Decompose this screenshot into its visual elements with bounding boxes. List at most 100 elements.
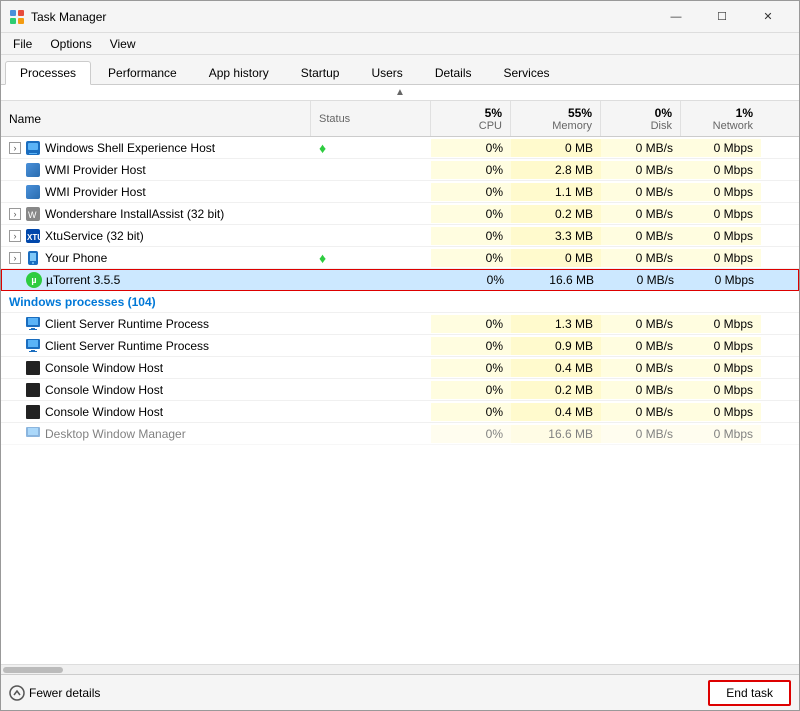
- expand-icon[interactable]: ›: [9, 142, 21, 154]
- horizontal-scrollbar[interactable]: [1, 664, 799, 674]
- cell-status: [311, 168, 431, 172]
- cell-cpu: 0%: [431, 161, 511, 179]
- table-row[interactable]: › Windows Shell Experience Host ♦ 0% 0 M…: [1, 137, 799, 159]
- cell-network: 0 Mbps: [681, 249, 761, 267]
- wonder-icon: W: [25, 206, 41, 222]
- cell-cpu: 0%: [431, 403, 511, 421]
- monitor-icon: [25, 426, 41, 442]
- cell-name: Console Window Host: [1, 380, 311, 400]
- scrollbar-thumb[interactable]: [3, 667, 63, 673]
- table-row[interactable]: Client Server Runtime Process 0% 0.9 MB …: [1, 335, 799, 357]
- cell-network: 0 Mbps: [681, 183, 761, 201]
- shell-icon: [25, 140, 41, 156]
- table-row[interactable]: Console Window Host 0% 0.4 MB 0 MB/s 0 M…: [1, 357, 799, 379]
- minimize-button[interactable]: —: [653, 7, 699, 27]
- cell-name: µ µTorrent 3.5.5: [2, 270, 312, 290]
- table-row[interactable]: › XTU XtuService (32 bit) 0% 3.3 MB 0 MB…: [1, 225, 799, 247]
- disk-pct: 0%: [609, 106, 672, 120]
- maximize-button[interactable]: ☐: [699, 7, 745, 27]
- cell-name: › Your Phone: [1, 248, 311, 268]
- col-header-cpu[interactable]: 5% CPU: [431, 101, 511, 136]
- cell-empty: [311, 300, 431, 304]
- expand-icon[interactable]: ›: [9, 208, 21, 220]
- app-icon: [9, 9, 25, 25]
- process-name: Wondershare InstallAssist (32 bit): [45, 207, 224, 221]
- col-header-status[interactable]: Status: [311, 101, 431, 136]
- status-icon: ♦: [319, 250, 326, 266]
- col-header-name[interactable]: Name: [1, 101, 311, 136]
- tab-app-history[interactable]: App history: [194, 60, 284, 84]
- tab-startup[interactable]: Startup: [286, 60, 355, 84]
- tab-processes[interactable]: Processes: [5, 61, 91, 85]
- col-header-memory[interactable]: 55% Memory: [511, 101, 601, 136]
- cell-cpu: 0%: [431, 381, 511, 399]
- name-label: Name: [9, 112, 41, 126]
- title-bar-left: Task Manager: [9, 9, 106, 25]
- cell-network: 0 Mbps: [681, 205, 761, 223]
- cell-memory: 0.2 MB: [511, 381, 601, 399]
- end-task-button[interactable]: End task: [708, 680, 791, 706]
- expand-icon[interactable]: ›: [9, 252, 21, 264]
- menu-file[interactable]: File: [5, 35, 40, 53]
- cell-status: ♦: [311, 248, 431, 268]
- process-name: Client Server Runtime Process: [45, 317, 209, 331]
- cell-disk: 0 MB/s: [601, 315, 681, 333]
- net-pct: 1%: [689, 106, 753, 120]
- col-header-network[interactable]: 1% Network: [681, 101, 761, 136]
- status-label: Status: [319, 113, 422, 125]
- cell-status: [311, 388, 431, 392]
- cell-name: › W Wondershare InstallAssist (32 bit): [1, 204, 311, 224]
- table-row[interactable]: WMI Provider Host 0% 1.1 MB 0 MB/s 0 Mbp…: [1, 181, 799, 203]
- task-manager-window: Task Manager — ☐ ✕ File Options View Pro…: [0, 0, 800, 711]
- menu-view[interactable]: View: [102, 35, 144, 53]
- title-bar: Task Manager — ☐ ✕: [1, 1, 799, 33]
- fewer-details-button[interactable]: Fewer details: [9, 685, 100, 701]
- cell-cpu: 0%: [431, 205, 511, 223]
- table-row[interactable]: Client Server Runtime Process 0% 1.3 MB …: [1, 313, 799, 335]
- tab-details[interactable]: Details: [420, 60, 487, 84]
- table-row[interactable]: Console Window Host 0% 0.2 MB 0 MB/s 0 M…: [1, 379, 799, 401]
- table-row[interactable]: › Your Phone ♦ 0% 0 MB 0 MB/s 0 Mbps: [1, 247, 799, 269]
- wmi-icon: [25, 162, 41, 178]
- process-name: Client Server Runtime Process: [45, 339, 209, 353]
- table-row[interactable]: Console Window Host 0% 0.4 MB 0 MB/s 0 M…: [1, 401, 799, 423]
- table-row[interactable]: WMI Provider Host 0% 2.8 MB 0 MB/s 0 Mbp…: [1, 159, 799, 181]
- window-controls: — ☐ ✕: [653, 7, 791, 27]
- cell-status: [311, 322, 431, 326]
- process-name: WMI Provider Host: [45, 185, 146, 199]
- menu-options[interactable]: Options: [42, 35, 99, 53]
- tab-services[interactable]: Services: [489, 60, 565, 84]
- cell-cpu: 0%: [431, 249, 511, 267]
- tabs-bar: Processes Performance App history Startu…: [1, 55, 799, 85]
- expand-icon[interactable]: ›: [9, 230, 21, 242]
- section-header-windows: Windows processes (104): [1, 291, 799, 313]
- cell-status: [311, 234, 431, 238]
- table-row[interactable]: Desktop Window Manager 0% 16.6 MB 0 MB/s…: [1, 423, 799, 445]
- cell-disk: 0 MB/s: [601, 359, 681, 377]
- close-button[interactable]: ✕: [745, 7, 791, 27]
- black-icon: [25, 404, 41, 420]
- main-content: ▲ Name Status 5% CPU 55% Memory 0% Disk: [1, 85, 799, 674]
- table-row-selected[interactable]: µ µTorrent 3.5.5 0% 16.6 MB 0 MB/s 0 Mbp…: [1, 269, 799, 291]
- process-name: WMI Provider Host: [45, 163, 146, 177]
- cell-name: Console Window Host: [1, 402, 311, 422]
- col-header-disk[interactable]: 0% Disk: [601, 101, 681, 136]
- tab-performance[interactable]: Performance: [93, 60, 192, 84]
- cell-disk: 0 MB/s: [601, 139, 681, 157]
- cell-disk: 0 MB/s: [601, 227, 681, 245]
- cell-name: WMI Provider Host: [1, 182, 311, 202]
- cell-memory: 3.3 MB: [511, 227, 601, 245]
- sort-row: ▲: [1, 85, 799, 101]
- status-icon: ♦: [319, 140, 326, 156]
- cell-name: WMI Provider Host: [1, 160, 311, 180]
- cell-disk: 0 MB/s: [601, 161, 681, 179]
- net-label: Network: [689, 120, 753, 132]
- cell-status: [311, 344, 431, 348]
- process-name: Console Window Host: [45, 405, 163, 419]
- disk-label: Disk: [609, 120, 672, 132]
- table-row[interactable]: › W Wondershare InstallAssist (32 bit) 0…: [1, 203, 799, 225]
- tab-users[interactable]: Users: [356, 60, 417, 84]
- cell-network: 0 Mbps: [681, 161, 761, 179]
- footer: Fewer details End task: [1, 674, 799, 710]
- wmi-icon: [25, 184, 41, 200]
